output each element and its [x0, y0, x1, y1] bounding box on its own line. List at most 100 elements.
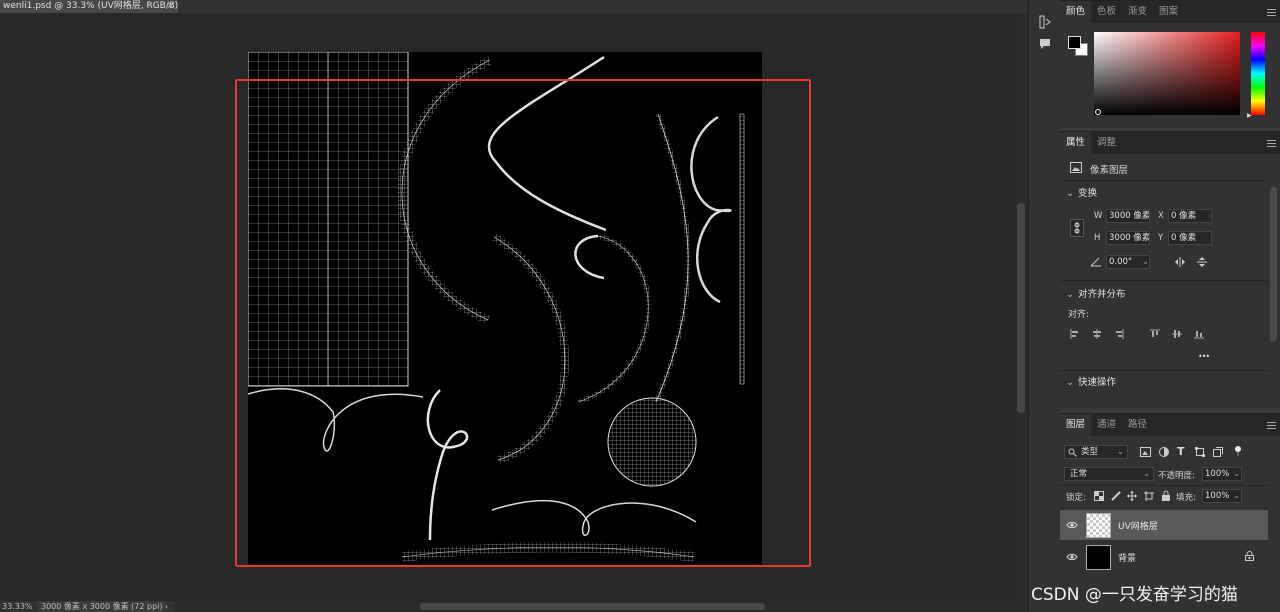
canvas-workspace[interactable]	[0, 13, 1015, 601]
panel-icon-strip	[1028, 0, 1060, 612]
layer-name[interactable]: 背景	[1118, 551, 1136, 564]
lock-image-pixels-icon[interactable]	[1111, 491, 1121, 501]
horizontal-scroll-thumb[interactable]	[420, 603, 765, 610]
layer-name[interactable]: UV网格层	[1118, 519, 1158, 532]
layer-filter-dropdown[interactable]: 类型 ⌄	[1064, 445, 1128, 459]
align-horizontal-center-icon[interactable]	[1092, 329, 1102, 339]
flip-vertical-icon[interactable]	[1196, 256, 1208, 268]
tab-swatches[interactable]: 色板	[1091, 1, 1122, 23]
comments-icon[interactable]	[1037, 36, 1053, 52]
tab-channels[interactable]: 通道	[1091, 414, 1122, 436]
x-label: X	[1158, 211, 1164, 221]
tab-properties[interactable]: 属性	[1060, 132, 1092, 154]
history-icon[interactable]	[1037, 14, 1053, 30]
layer-row[interactable]: 背景	[1060, 542, 1268, 572]
width-label: W	[1094, 211, 1103, 221]
align-right-icon[interactable]	[1114, 329, 1124, 339]
layers-panel-menu-icon[interactable]	[1267, 422, 1276, 429]
layers-panel-tabs: 图层 通道 路径	[1060, 414, 1280, 436]
filter-type-icon[interactable]: T	[1177, 445, 1185, 458]
lock-artboard-icon[interactable]	[1144, 491, 1154, 501]
saturation-brightness-field[interactable]	[1094, 32, 1240, 115]
width-field[interactable]: 3000 像素	[1106, 209, 1150, 223]
color-picker-marker[interactable]	[1095, 109, 1101, 115]
fill-slider-toggle-icon[interactable]: ⌄	[1233, 491, 1240, 501]
opacity-label: 不透明度:	[1158, 471, 1195, 481]
y-label: Y	[1158, 233, 1164, 243]
filter-pixel-icon[interactable]	[1140, 447, 1151, 457]
angle-icon	[1090, 257, 1101, 267]
flip-horizontal-icon[interactable]	[1174, 256, 1186, 268]
x-field[interactable]: 0 像素	[1168, 209, 1212, 223]
chevron-down-icon: ⌄	[1117, 447, 1124, 456]
chevron-down-icon: ⌄	[1143, 469, 1150, 478]
angle-dropdown-icon[interactable]: ⌄	[1142, 257, 1149, 267]
document-tab-title: wenli1.psd @ 33.3% (UV网格层, RGB/8)	[3, 1, 178, 11]
close-tab-icon[interactable]: ×	[166, 0, 174, 13]
uv-sphere	[607, 397, 697, 487]
properties-panel-menu-icon[interactable]	[1267, 140, 1276, 147]
align-bottom-icon[interactable]	[1194, 329, 1204, 339]
tab-patterns[interactable]: 图案	[1153, 1, 1184, 23]
visibility-eye-icon[interactable]	[1066, 551, 1078, 563]
right-panels: 颜色 色板 渐变 图案 ▶ 属性 调整 像素图层 变换 W 3000 像素 X …	[1060, 0, 1280, 612]
align-left-icon[interactable]	[1070, 329, 1080, 339]
lock-all-icon[interactable]	[1161, 490, 1171, 501]
height-label: H	[1094, 233, 1101, 243]
align-section-toggle[interactable]: 对齐并分布	[1066, 286, 1126, 300]
status-menu-arrow[interactable]: ›	[165, 601, 168, 612]
visibility-eye-icon[interactable]	[1066, 519, 1078, 531]
uv-grid-block	[248, 52, 409, 387]
color-panel-menu-icon[interactable]	[1267, 9, 1276, 16]
link-dimensions-icon[interactable]	[1070, 219, 1084, 237]
filter-shape-icon[interactable]	[1195, 447, 1205, 457]
zoom-level[interactable]: 33.33%	[2, 601, 33, 612]
vertical-scroll-thumb[interactable]	[1017, 203, 1025, 413]
properties-scrollbar[interactable]	[1270, 187, 1277, 342]
hue-slider-marker-icon[interactable]: ▶	[1247, 112, 1252, 119]
document-info: 3000 像素 x 3000 像素 (72 ppi)	[38, 601, 166, 612]
hue-slider[interactable]	[1251, 32, 1265, 115]
blend-mode-value: 正常	[1070, 469, 1088, 479]
tab-paths[interactable]: 路径	[1122, 414, 1153, 436]
tab-adjustments[interactable]: 调整	[1091, 132, 1122, 154]
height-field[interactable]: 3000 像素	[1106, 231, 1150, 245]
color-panel-tabs: 颜色 色板 渐变 图案	[1060, 1, 1280, 23]
filter-toggle-icon[interactable]	[1234, 445, 1242, 457]
tab-gradients[interactable]: 渐变	[1122, 1, 1153, 23]
foreground-color-swatch[interactable]	[1068, 36, 1081, 49]
pixel-layer-icon	[1070, 162, 1082, 173]
document-canvas[interactable]	[248, 52, 762, 565]
status-bar: 33.33% 3000 像素 x 3000 像素 (72 ppi) ›	[0, 601, 175, 612]
properties-panel: 属性 调整 像素图层 变换 W 3000 像素 X 0 像素 H 3000 像素…	[1060, 131, 1280, 408]
layer-type-label: 像素图层	[1090, 165, 1129, 176]
tab-strip	[178, 0, 1028, 13]
opacity-slider-toggle-icon[interactable]: ⌄	[1233, 469, 1240, 479]
filter-adjustment-icon[interactable]	[1159, 447, 1169, 457]
align-top-icon[interactable]	[1150, 329, 1160, 339]
more-options-icon[interactable]: •••	[1198, 352, 1210, 361]
lock-transparent-pixels-icon[interactable]	[1094, 491, 1104, 501]
vertical-scrollbar[interactable]	[1015, 13, 1028, 601]
filter-smart-object-icon[interactable]	[1213, 447, 1223, 457]
document-tab[interactable]: wenli1.psd @ 33.3% (UV网格层, RGB/8) ×	[0, 0, 178, 13]
fill-label: 填充:	[1176, 493, 1196, 503]
layer-lock-icon[interactable]	[1245, 551, 1254, 561]
tab-color[interactable]: 颜色	[1060, 1, 1092, 23]
quick-actions-toggle[interactable]: 快速操作	[1066, 374, 1116, 388]
layer-row[interactable]: UV网格层	[1060, 510, 1268, 540]
layer-thumbnail	[1086, 545, 1111, 570]
color-panel: 颜色 色板 渐变 图案 ▶	[1060, 0, 1280, 128]
align-vertical-center-icon[interactable]	[1172, 329, 1182, 339]
watermark-text: CSDN @一只发奋学习的猫	[1031, 585, 1238, 605]
y-field[interactable]: 0 像素	[1168, 231, 1212, 245]
search-icon	[1068, 448, 1077, 457]
transform-section-toggle[interactable]: 变换	[1066, 185, 1097, 199]
layer-filter-label: 类型	[1081, 447, 1099, 457]
horizontal-scrollbar[interactable]	[175, 601, 1028, 612]
blend-mode-dropdown[interactable]: 正常 ⌄	[1064, 467, 1154, 481]
layer-thumbnail	[1086, 513, 1111, 538]
lock-position-icon[interactable]	[1127, 491, 1137, 501]
tab-layers[interactable]: 图层	[1060, 414, 1092, 436]
properties-panel-tabs: 属性 调整	[1060, 132, 1280, 154]
